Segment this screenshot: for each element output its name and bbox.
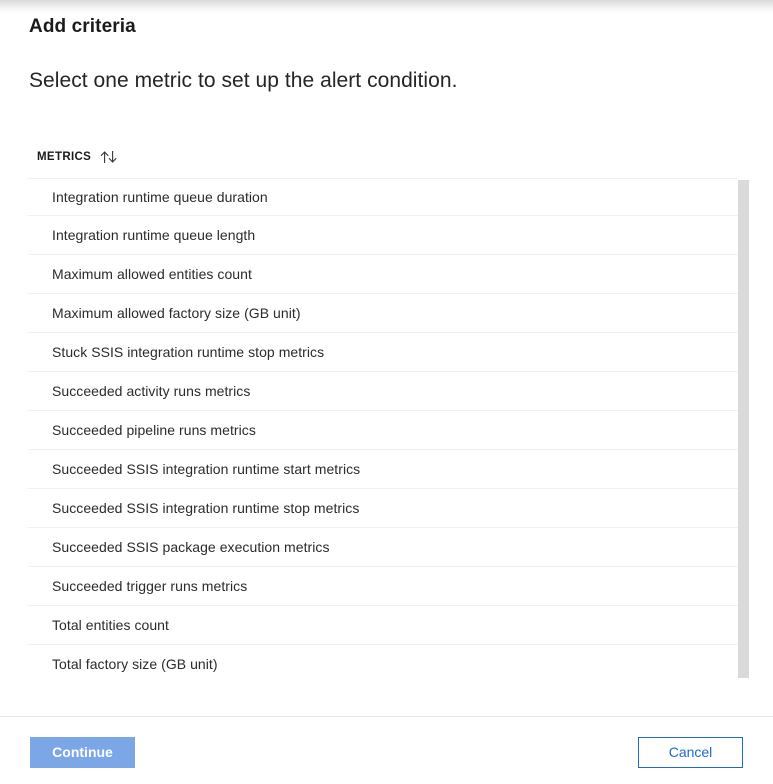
scrollbar-thumb[interactable]	[738, 180, 749, 678]
metrics-column-header[interactable]: METRICS	[37, 148, 119, 166]
page-title: Add criteria	[29, 16, 136, 37]
list-item[interactable]: Succeeded SSIS package execution metrics	[28, 528, 738, 567]
metric-name: Total entities count	[52, 617, 169, 633]
metric-name: Succeeded SSIS integration runtime start…	[52, 461, 361, 477]
list-item[interactable]: Integration runtime queue duration	[28, 178, 738, 216]
metric-name: Succeeded pipeline runs metrics	[52, 422, 256, 438]
list-item[interactable]: Integration runtime queue length	[28, 216, 738, 255]
metric-name: Maximum allowed entities count	[52, 266, 252, 282]
continue-button[interactable]: Continue	[30, 737, 135, 768]
metric-name: Stuck SSIS integration runtime stop metr…	[52, 344, 325, 360]
metric-name: Succeeded SSIS package execution metrics	[52, 539, 330, 555]
list-item[interactable]: Succeeded SSIS integration runtime stop …	[28, 489, 738, 528]
metric-name: Integration runtime queue length	[52, 227, 256, 243]
cancel-button[interactable]: Cancel	[638, 737, 743, 768]
page-subtitle: Select one metric to set up the alert co…	[29, 69, 458, 92]
list-item[interactable]: Maximum allowed factory size (GB unit)	[28, 294, 738, 333]
metric-name: Succeeded SSIS integration runtime stop …	[52, 500, 360, 516]
list-item[interactable]: Total entities count	[28, 606, 738, 645]
list-item[interactable]: Succeeded pipeline runs metrics	[28, 411, 738, 450]
list-item[interactable]: Stuck SSIS integration runtime stop metr…	[28, 333, 738, 372]
blade-footer: Continue Cancel	[0, 716, 773, 784]
metrics-list-viewport[interactable]: Integration runtime queue duration Integ…	[28, 178, 748, 682]
add-criteria-blade: Add criteria Select one metric to set up…	[0, 0, 773, 784]
list-item[interactable]: Succeeded trigger runs metrics	[28, 567, 738, 606]
list-item[interactable]: Total factory size (GB unit)	[28, 645, 738, 682]
list-item[interactable]: Succeeded activity runs metrics	[28, 372, 738, 411]
metric-name: Succeeded activity runs metrics	[52, 383, 251, 399]
metrics-list: Integration runtime queue duration Integ…	[28, 178, 738, 682]
list-item[interactable]: Succeeded SSIS integration runtime start…	[28, 450, 738, 489]
metric-name: Integration runtime queue duration	[52, 189, 268, 205]
list-item[interactable]: Maximum allowed entities count	[28, 255, 738, 294]
sort-ascending-descending-icon[interactable]	[100, 150, 119, 164]
blade-body: Add criteria Select one metric to set up…	[0, 0, 773, 784]
metric-name: Maximum allowed factory size (GB unit)	[52, 305, 301, 321]
metric-name: Succeeded trigger runs metrics	[52, 578, 248, 594]
metric-name: Total factory size (GB unit)	[52, 656, 218, 672]
metrics-column-label: METRICS	[37, 151, 92, 163]
metrics-list-scrollbar[interactable]	[738, 178, 749, 682]
